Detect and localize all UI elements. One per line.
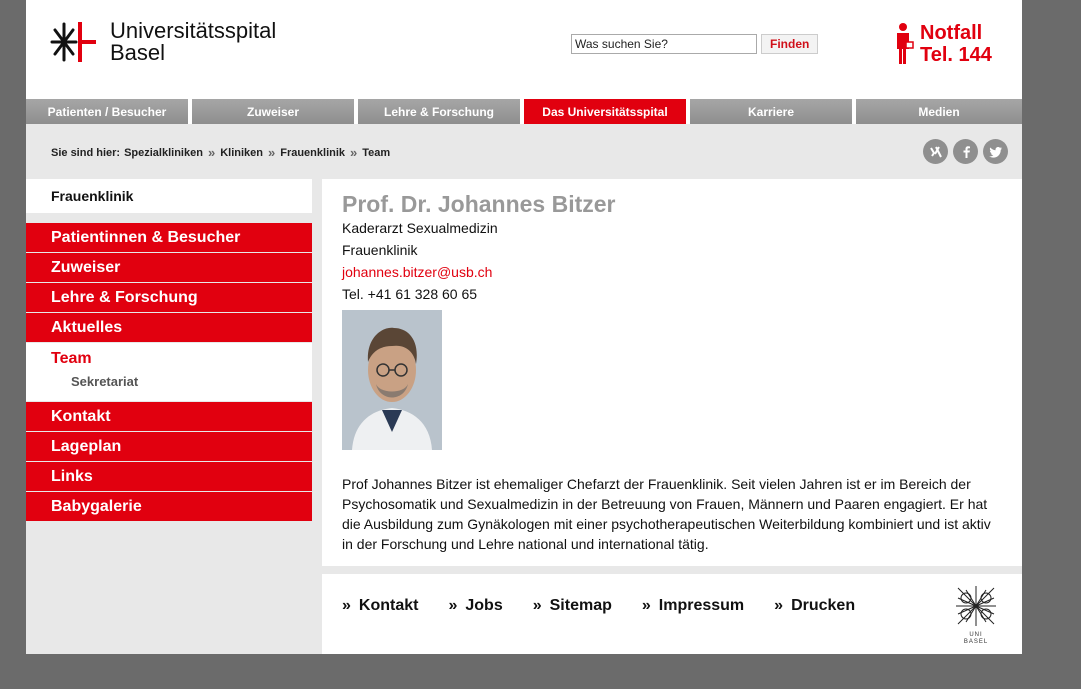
breadcrumb-prefix: Sie sind hier: bbox=[51, 146, 121, 159]
topnav-zuweiser[interactable]: Zuweiser bbox=[192, 99, 354, 124]
arrow-icon: » bbox=[532, 597, 542, 614]
facebook-icon[interactable] bbox=[953, 139, 978, 164]
breadcrumb-spezialkliniken[interactable]: Spezialkliniken bbox=[124, 147, 203, 159]
sidebar-item-patientinnen[interactable]: Patientinnen & Besucher bbox=[26, 223, 312, 252]
sidebar-item-zuweiser[interactable]: Zuweiser bbox=[26, 253, 312, 282]
social-links bbox=[923, 139, 1013, 164]
footer-link-sitemap[interactable]: » Sitemap bbox=[533, 597, 612, 615]
footer: » Kontakt » Jobs » Sitemap » Impressum »… bbox=[322, 574, 1022, 654]
footer-link-label: Impressum bbox=[658, 597, 745, 614]
sidebar-item-team-active: Team Sekretariat bbox=[26, 343, 312, 401]
topnav-patienten[interactable]: Patienten / Besucher bbox=[26, 99, 188, 124]
sidebar-item-team[interactable]: Team bbox=[51, 348, 312, 370]
person-role: Kaderarzt Sexualmedizin bbox=[342, 220, 498, 236]
footer-link-impressum[interactable]: » Impressum bbox=[642, 597, 744, 615]
footer-link-label: Jobs bbox=[465, 597, 503, 614]
unibasel-logo-icon bbox=[956, 586, 996, 626]
usb-logo[interactable]: Universitätsspital Basel bbox=[50, 20, 276, 64]
logo-line-1: Universitätsspital bbox=[110, 18, 277, 43]
logo-line-2: Basel bbox=[110, 40, 166, 65]
emergency-label: Notfall bbox=[920, 22, 983, 44]
unibasel-logo[interactable]: UNI BASEL bbox=[952, 584, 1000, 646]
xing-icon[interactable] bbox=[923, 139, 948, 164]
topnav-universitaetsspital[interactable]: Das Universitätsspital bbox=[524, 99, 686, 124]
footer-link-label: Sitemap bbox=[549, 597, 612, 614]
sidebar-item-aktuelles[interactable]: Aktuelles bbox=[26, 313, 312, 342]
unibasel-line-1: UNI bbox=[969, 632, 983, 638]
person-phone: Tel. +41 61 328 60 65 bbox=[342, 286, 478, 302]
topnav-karriere[interactable]: Karriere bbox=[690, 99, 852, 124]
person-email-link[interactable]: johannes.bitzer@usb.ch bbox=[342, 261, 1022, 283]
sidebar-item-lehre-forschung[interactable]: Lehre & Forschung bbox=[26, 283, 312, 312]
footer-link-drucken[interactable]: » Drucken bbox=[774, 597, 855, 615]
search-input[interactable] bbox=[571, 34, 757, 54]
footer-link-kontakt[interactable]: » Kontakt bbox=[342, 597, 418, 615]
main-navigation: Patienten / Besucher Zuweiser Lehre & Fo… bbox=[26, 99, 1022, 124]
arrow-icon: » bbox=[774, 597, 784, 614]
sidebar: Frauenklinik Patientinnen & Besucher Zuw… bbox=[26, 179, 322, 654]
topnav-medien[interactable]: Medien bbox=[856, 99, 1022, 124]
emergency-phone: Tel. 144 bbox=[920, 44, 992, 66]
person-name: Prof. Dr. Johannes Bitzer bbox=[342, 191, 616, 217]
breadcrumb-bar: Sie sind hier: Spezialkliniken » Klinike… bbox=[26, 124, 1022, 179]
sidebar-title[interactable]: Frauenklinik bbox=[26, 179, 312, 213]
person-bio: Prof Johannes Bitzer ist ehemaliger Chef… bbox=[342, 476, 991, 552]
arrow-icon: » bbox=[342, 597, 351, 614]
breadcrumb-separator: » bbox=[207, 145, 216, 160]
footer-link-label: Drucken bbox=[791, 597, 856, 614]
profile-content: Prof. Dr. Johannes Bitzer Kaderarzt Sexu… bbox=[322, 179, 1022, 566]
breadcrumb-kliniken[interactable]: Kliniken bbox=[220, 147, 263, 159]
arrow-icon: » bbox=[641, 597, 651, 614]
sidebar-item-kontakt[interactable]: Kontakt bbox=[26, 402, 312, 431]
breadcrumb-frauenklinik[interactable]: Frauenklinik bbox=[280, 147, 345, 159]
person-department: Frauenklinik bbox=[342, 242, 418, 258]
twitter-icon[interactable] bbox=[983, 139, 1008, 164]
arrow-icon: » bbox=[448, 597, 458, 614]
header: Universitätsspital Basel Finden Notfall … bbox=[26, 0, 1022, 99]
person-photo bbox=[342, 310, 442, 450]
sidebar-subitem-sekretariat[interactable]: Sekretariat bbox=[71, 374, 312, 389]
footer-link-jobs[interactable]: » Jobs bbox=[448, 597, 502, 615]
content-divider bbox=[322, 566, 1022, 574]
unibasel-line-2: BASEL bbox=[963, 639, 989, 645]
usb-logo-icon bbox=[50, 20, 102, 64]
page: Universitätsspital Basel Finden Notfall … bbox=[26, 0, 1022, 654]
sidebar-menu: Patientinnen & Besucher Zuweiser Lehre &… bbox=[26, 223, 312, 521]
emergency-person-icon bbox=[894, 22, 914, 66]
search-button[interactable]: Finden bbox=[761, 34, 819, 54]
breadcrumb-team[interactable]: Team bbox=[362, 147, 390, 159]
emergency-contact[interactable]: Notfall Tel. 144 bbox=[894, 22, 992, 66]
sidebar-item-links[interactable]: Links bbox=[26, 462, 312, 491]
search-form: Finden bbox=[571, 34, 819, 54]
sidebar-item-babygalerie[interactable]: Babygalerie bbox=[26, 492, 312, 521]
breadcrumb-separator: » bbox=[350, 145, 358, 160]
breadcrumb-separator: » bbox=[267, 145, 276, 160]
breadcrumb: Sie sind hier: Spezialkliniken » Klinike… bbox=[51, 145, 390, 160]
footer-links: » Kontakt » Jobs » Sitemap » Impressum »… bbox=[342, 597, 885, 615]
footer-link-label: Kontakt bbox=[358, 597, 419, 614]
sidebar-item-lageplan[interactable]: Lageplan bbox=[26, 432, 312, 461]
topnav-lehre-forschung[interactable]: Lehre & Forschung bbox=[358, 99, 520, 124]
